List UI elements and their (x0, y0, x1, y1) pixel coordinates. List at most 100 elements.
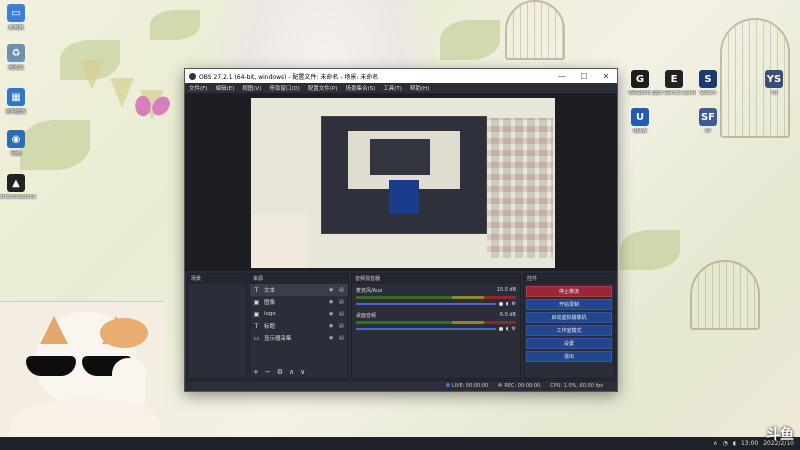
move-up-button[interactable]: ∧ (289, 368, 294, 376)
remove-source-button[interactable]: − (265, 368, 271, 376)
add-source-button[interactable]: + (253, 368, 259, 376)
obs-app-icon (189, 72, 196, 80)
desktop-shortcut[interactable]: ▭ 此电脑 (0, 4, 38, 31)
desktop-shortcut-label: 此电脑 (8, 25, 24, 31)
menu-item[interactable]: 场景集合(S) (345, 84, 375, 92)
taskbar[interactable] (0, 437, 800, 450)
volume-meter (356, 321, 516, 324)
source-row[interactable]: ▣ 图像 ◉ ▤ (250, 296, 348, 308)
desktop-shortcut-label: 网络 (10, 151, 21, 157)
desktop-shortcut-label: YS (770, 90, 778, 96)
controls-dock-title: 控件 (524, 274, 614, 284)
gear-icon[interactable]: ⚙ (512, 326, 516, 332)
desktop-shortcut[interactable]: ▦ 控制面板 (0, 88, 38, 115)
desktop-shortcut-label: Steam (699, 90, 717, 96)
fader-knob[interactable] (498, 327, 503, 331)
monitor-icon: ▭ (253, 334, 260, 342)
desktop-shortcut[interactable]: SF SF (686, 108, 730, 134)
fader-track[interactable] (356, 303, 496, 305)
speaker-icon[interactable]: ◖ (506, 301, 509, 307)
lock-icon[interactable]: ▤ (339, 323, 345, 329)
mixer-channel[interactable]: 桌面音频 6.0 dB ◖ ⚙ (352, 309, 520, 334)
source-row[interactable]: T 文本 ◉ ▤ (250, 284, 348, 296)
chevron-up-icon[interactable]: ∧ (713, 440, 717, 447)
desktop-shortcut[interactable]: ♻ 回收站 (0, 44, 38, 71)
source-row[interactable]: ▭ 显示器采集 ◉ ▤ (250, 332, 348, 344)
volume-fader[interactable]: ◖ ⚙ (356, 326, 516, 332)
menu-item[interactable]: 配置文件(P) (308, 84, 338, 92)
speaker-icon[interactable]: ◖ (506, 326, 509, 332)
clock-time[interactable]: 13:00 (741, 440, 758, 447)
preview-nested-obs-2 (370, 139, 430, 175)
scenes-dock[interactable]: 场景 (187, 273, 247, 379)
maximize-button[interactable]: ☐ (573, 72, 595, 81)
fader-knob[interactable] (498, 302, 503, 306)
minimize-button[interactable]: — (551, 72, 573, 81)
recycle-bin-icon: ♻ (7, 44, 25, 62)
mixer-channel[interactable]: 麦克风/Aux 15.0 dB ◖ ⚙ (352, 284, 520, 309)
desktop-shortcut-label: perfectmachine (0, 194, 36, 200)
exit-button[interactable]: 退出 (526, 351, 612, 362)
menu-item[interactable]: 帮助(H) (410, 84, 429, 92)
desktop-shortcut[interactable]: S Steam (686, 70, 730, 96)
volume-meter (356, 296, 516, 299)
stop-stream-button[interactable]: 停止推流 (526, 286, 612, 297)
desktop-shortcut[interactable]: ◉ 网络 (0, 130, 38, 157)
sources-dock[interactable]: 来源 T 文本 ◉ ▤ ▣ 图像 ◉ ▤ ▣ logo ◉ ▤ T 标题 ◉ ▤ ▭ 显示器采集 ◉ ▤ + − ⚙ ∧ ∨ (249, 273, 349, 379)
gear-icon[interactable]: ⚙ (512, 301, 516, 307)
desktop-shortcut[interactable]: U Uplay (618, 108, 662, 134)
visibility-eye-icon[interactable]: ◉ (329, 299, 335, 305)
preview-area[interactable] (185, 94, 617, 271)
menu-item[interactable]: 编辑(E) (215, 84, 234, 92)
preview-canvas[interactable] (251, 98, 555, 268)
network-tray-icon[interactable]: ◔ (723, 440, 728, 447)
menu-item[interactable]: 工具(T) (383, 84, 402, 92)
virtual-camera-button[interactable]: 启动虚拟摄像机 (526, 312, 612, 323)
start-record-button[interactable]: 开始录制 (526, 299, 612, 310)
desktop-shortcut[interactable]: YS YS (752, 70, 796, 96)
wallpaper-leaf (440, 20, 500, 60)
mixer-channel-name: 麦克风/Aux (356, 288, 383, 294)
live-status: LIVE: 00:00:00 (445, 383, 488, 389)
visibility-eye-icon[interactable]: ◉ (329, 311, 335, 317)
mixer-channel-name: 桌面音频 (356, 313, 377, 319)
obs-window[interactable]: OBS 27.2.1 (64-bit, windows) - 配置文件: 未命名… (184, 68, 618, 392)
visibility-eye-icon[interactable]: ◉ (329, 287, 335, 293)
close-button[interactable]: ✕ (595, 72, 617, 81)
source-properties-button[interactable]: ⚙ (277, 368, 283, 376)
studio-mode-button[interactable]: 工作室模式 (526, 325, 612, 336)
douyu-watermark: 斗鱼 (766, 427, 794, 443)
lock-icon[interactable]: ▤ (339, 299, 345, 305)
desktop-shortcut-label: 回收站 (8, 65, 24, 71)
mixer-channel-level: 15.0 dB (496, 287, 516, 293)
visibility-eye-icon[interactable]: ◉ (329, 335, 335, 341)
lock-icon[interactable]: ▤ (339, 287, 345, 293)
fader-track[interactable] (356, 328, 496, 330)
wallpaper-pennant (80, 60, 104, 90)
volume-fader[interactable]: ◖ ⚙ (356, 301, 516, 307)
mixer-dock-title: 音频混音器 (352, 274, 520, 284)
controls-dock[interactable]: 控件 停止推流 开始录制 启动虚拟摄像机 工作室模式 设置 退出 (523, 273, 615, 379)
menu-item[interactable]: 视图(V) (242, 84, 261, 92)
rec-status: REC: 00:00:00 (498, 383, 540, 389)
preview-nested-obs (321, 116, 487, 234)
volume-icon[interactable]: ◖ (733, 440, 736, 447)
menu-bar: 文件(F) 编辑(E) 视图(V) 停靠窗口(D) 配置文件(P) 场景集合(S) 工具(T… (185, 83, 617, 94)
cat-patch (100, 318, 148, 348)
mixer-dock[interactable]: 音频混音器 麦克风/Aux 15.0 dB ◖ ⚙ 桌面音频 6.0 dB ◖ ⚙ (351, 273, 521, 379)
lock-icon[interactable]: ▤ (339, 335, 345, 341)
visibility-eye-icon[interactable]: ◉ (329, 323, 335, 329)
source-row[interactable]: ▣ logo ◉ ▤ (250, 308, 348, 320)
lock-icon[interactable]: ▤ (339, 311, 345, 317)
menu-item[interactable]: 停靠窗口(D) (269, 84, 300, 92)
wallpaper-birdcage (505, 0, 565, 60)
settings-button[interactable]: 设置 (526, 338, 612, 349)
source-name: 文本 (264, 288, 276, 294)
menu-item[interactable]: 文件(F) (189, 84, 207, 92)
obs-titlebar[interactable]: OBS 27.2.1 (64-bit, windows) - 配置文件: 未命名… (185, 69, 617, 83)
source-row[interactable]: T 标题 ◉ ▤ (250, 320, 348, 332)
butterfly-decoration (135, 96, 169, 118)
desktop-shortcut[interactable]: ▲ perfectmachine (0, 174, 38, 200)
cat-ear (40, 316, 68, 344)
move-down-button[interactable]: ∨ (300, 368, 305, 376)
